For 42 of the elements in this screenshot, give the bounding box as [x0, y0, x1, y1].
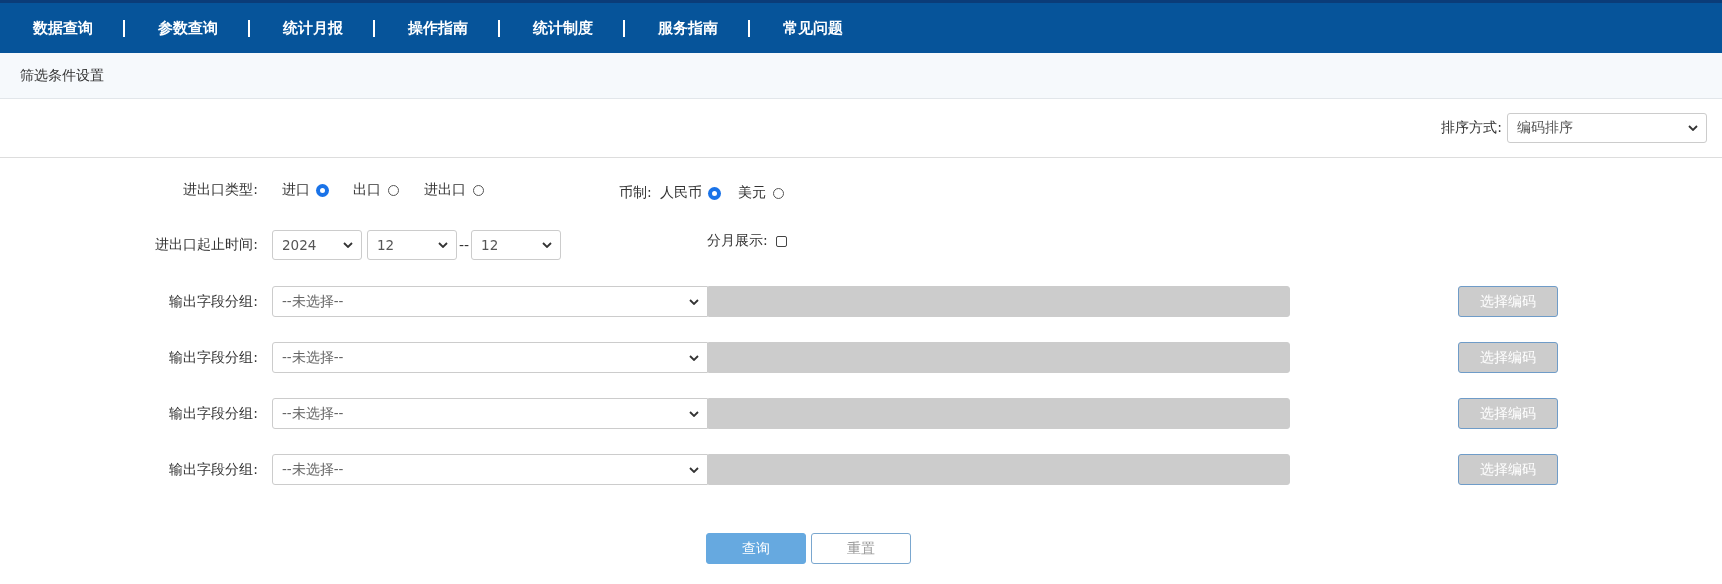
checkbox[interactable] [775, 235, 787, 247]
sort-label: 排序方式: [1441, 119, 1502, 137]
chevron-icon [343, 242, 353, 248]
radio-label: 美元 [737, 184, 766, 202]
month-select[interactable]: 12 [471, 230, 562, 260]
nav-link[interactable]: 操作指南 [408, 18, 468, 38]
year-select[interactable]: 2024 [272, 230, 362, 260]
radio-label: 进口 [282, 181, 310, 199]
nav-link[interactable]: 统计制度 [533, 18, 593, 38]
chevron-icon [689, 466, 699, 473]
field-label: 输出字段分组: [168, 292, 258, 311]
radio-button[interactable] [708, 187, 720, 199]
chevron-icon [1688, 125, 1698, 131]
sort-select[interactable]: 编码排序 [1507, 113, 1707, 143]
field-label: 输出字段分组: [168, 460, 258, 479]
field-label: 输出字段分组: [168, 348, 258, 367]
radio-label: 进出口 [424, 181, 466, 199]
group-select[interactable]: --未选择-- [272, 342, 708, 373]
field-label: 进出口类型: [182, 181, 258, 199]
field-label: 币制: [619, 184, 652, 202]
field-label: 进出口起止时间: [154, 236, 258, 254]
month-select[interactable]: 12 [367, 230, 457, 260]
radio-button[interactable] [317, 184, 328, 196]
chevron-icon [689, 410, 699, 417]
chevron-icon [438, 242, 448, 248]
panel-title: 筛选条件设置 [20, 66, 104, 85]
field-label: 输出字段分组: [168, 404, 258, 423]
chevron-icon [689, 298, 699, 305]
radio-label: 出口 [353, 181, 381, 199]
chevron-icon [542, 242, 553, 248]
group-select[interactable]: --未选择-- [272, 286, 708, 317]
chevron-icon [689, 354, 699, 361]
nav-link[interactable]: 参数查询 [158, 18, 218, 38]
nav-link[interactable]: 统计月报 [283, 18, 343, 38]
nav-link[interactable]: 数据查询 [33, 18, 93, 38]
range-separator: -- [459, 237, 470, 253]
group-select[interactable]: --未选择-- [272, 454, 708, 485]
radio-label: 人民币 [659, 184, 702, 202]
group-select[interactable]: --未选择-- [272, 398, 708, 429]
nav-link[interactable]: 常见问题 [783, 18, 843, 38]
nav-link[interactable]: 服务指南 [658, 18, 718, 38]
checkbox-label: 分月展示: [707, 232, 768, 250]
